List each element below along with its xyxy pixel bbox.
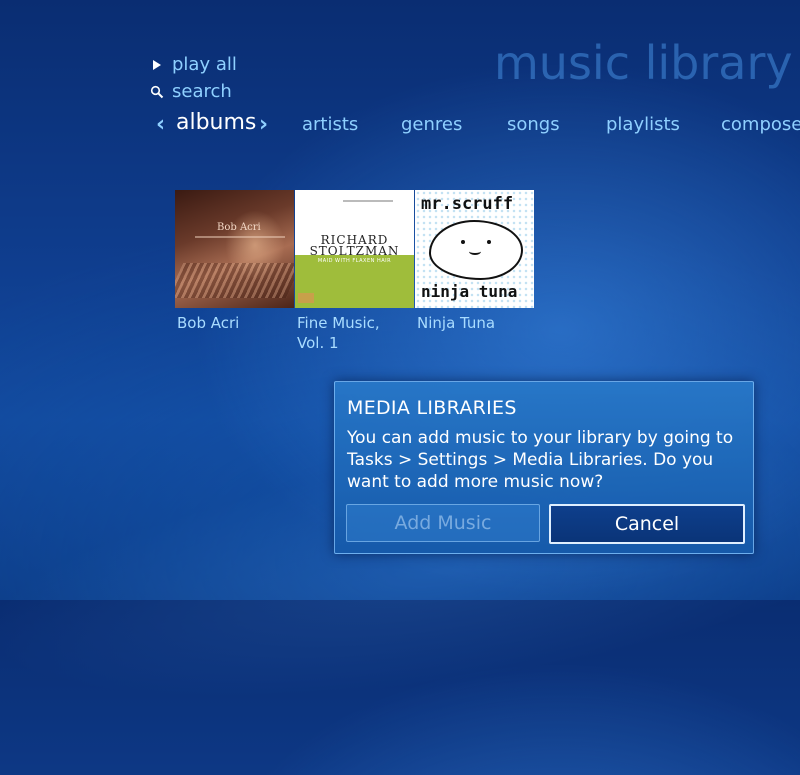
album-cover-text: ninja tuna [421,282,518,301]
search-icon [150,85,172,99]
media-libraries-dialog: MEDIA LIBRARIES You can add music to you… [334,381,754,554]
album-title: Fine Music, Vol. 1 [297,314,380,352]
search-label: search [172,81,232,102]
tab-composers[interactable]: composers [721,114,800,135]
chevron-left-icon[interactable]: ‹ [156,112,165,137]
play-all-label: play all [172,54,237,75]
tab-artists[interactable]: artists [302,114,358,135]
page-title: music library [494,36,793,90]
tab-playlists[interactable]: playlists [606,114,680,135]
dialog-message: You can add music to your library by goi… [347,428,734,492]
whale-illustration [429,220,523,280]
album-cover-subtitle: MAID WITH FLAXEN HAIR [317,258,392,264]
album-cover: mr.scruff ninja tuna [415,190,534,308]
chevron-right-icon[interactable]: › [259,112,268,137]
tab-songs[interactable]: songs [507,114,560,135]
play-all-button[interactable]: play all [150,54,237,75]
dialog-title: MEDIA LIBRARIES [347,397,517,419]
album-cover-text: mr.scruff [421,194,514,214]
category-tabs: ‹ albums › artists genres songs playlist… [156,110,800,140]
album-cover-text: Bob Acri [217,222,261,233]
album-tile[interactable]: RICHARD STOLTZMAN MAID WITH FLAXEN HAIR … [295,190,414,353]
album-cover: Bob Acri [175,190,294,308]
search-button[interactable]: search [150,81,232,102]
album-title: Ninja Tuna [417,314,496,332]
album-tile[interactable]: mr.scruff ninja tuna Ninja Tuna [415,190,534,333]
tab-albums[interactable]: albums [176,110,256,135]
cancel-button[interactable]: Cancel [549,504,745,544]
album-cover: RICHARD STOLTZMAN MAID WITH FLAXEN HAIR [295,190,414,308]
album-tile[interactable]: Bob Acri Bob Acri [175,190,294,333]
tab-genres[interactable]: genres [401,114,462,135]
album-title: Bob Acri [177,314,240,332]
add-music-button[interactable]: Add Music [346,504,540,542]
play-icon [150,59,172,70]
